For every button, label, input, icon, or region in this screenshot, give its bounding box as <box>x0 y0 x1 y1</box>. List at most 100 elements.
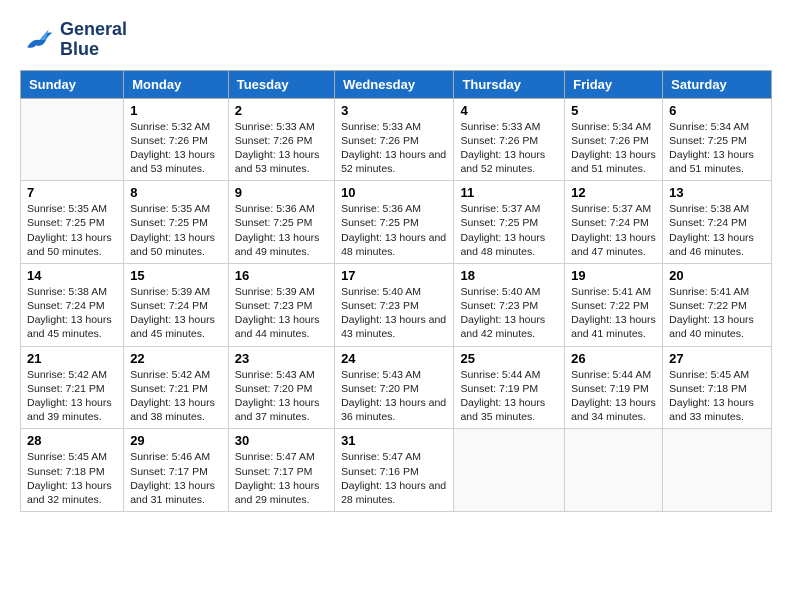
day-number: 25 <box>460 351 558 366</box>
calendar-cell <box>565 429 663 512</box>
cell-content: Sunrise: 5:33 AM Sunset: 7:26 PM Dayligh… <box>460 120 558 177</box>
cell-content: Sunrise: 5:35 AM Sunset: 7:25 PM Dayligh… <box>27 202 117 259</box>
cell-content: Sunrise: 5:46 AM Sunset: 7:17 PM Dayligh… <box>130 450 222 507</box>
cell-content: Sunrise: 5:45 AM Sunset: 7:18 PM Dayligh… <box>669 368 765 425</box>
calendar-cell <box>454 429 565 512</box>
day-number: 21 <box>27 351 117 366</box>
cell-content: Sunrise: 5:41 AM Sunset: 7:22 PM Dayligh… <box>571 285 656 342</box>
day-number: 5 <box>571 103 656 118</box>
cell-content: Sunrise: 5:43 AM Sunset: 7:20 PM Dayligh… <box>341 368 447 425</box>
col-header-wednesday: Wednesday <box>335 70 454 98</box>
calendar-cell: 4 Sunrise: 5:33 AM Sunset: 7:26 PM Dayli… <box>454 98 565 181</box>
calendar-cell: 18 Sunrise: 5:40 AM Sunset: 7:23 PM Dayl… <box>454 263 565 346</box>
day-number: 12 <box>571 185 656 200</box>
day-number: 11 <box>460 185 558 200</box>
calendar-table: SundayMondayTuesdayWednesdayThursdayFrid… <box>20 70 772 512</box>
day-number: 22 <box>130 351 222 366</box>
day-number: 16 <box>235 268 328 283</box>
cell-content: Sunrise: 5:42 AM Sunset: 7:21 PM Dayligh… <box>27 368 117 425</box>
calendar-cell: 25 Sunrise: 5:44 AM Sunset: 7:19 PM Dayl… <box>454 346 565 429</box>
cell-content: Sunrise: 5:37 AM Sunset: 7:25 PM Dayligh… <box>460 202 558 259</box>
cell-content: Sunrise: 5:44 AM Sunset: 7:19 PM Dayligh… <box>460 368 558 425</box>
cell-content: Sunrise: 5:38 AM Sunset: 7:24 PM Dayligh… <box>27 285 117 342</box>
day-number: 27 <box>669 351 765 366</box>
calendar-cell: 17 Sunrise: 5:40 AM Sunset: 7:23 PM Dayl… <box>335 263 454 346</box>
calendar-cell: 6 Sunrise: 5:34 AM Sunset: 7:25 PM Dayli… <box>663 98 772 181</box>
calendar-cell: 15 Sunrise: 5:39 AM Sunset: 7:24 PM Dayl… <box>124 263 229 346</box>
calendar-cell: 22 Sunrise: 5:42 AM Sunset: 7:21 PM Dayl… <box>124 346 229 429</box>
day-number: 15 <box>130 268 222 283</box>
day-number: 26 <box>571 351 656 366</box>
cell-content: Sunrise: 5:47 AM Sunset: 7:17 PM Dayligh… <box>235 450 328 507</box>
day-number: 4 <box>460 103 558 118</box>
calendar-cell: 26 Sunrise: 5:44 AM Sunset: 7:19 PM Dayl… <box>565 346 663 429</box>
cell-content: Sunrise: 5:34 AM Sunset: 7:26 PM Dayligh… <box>571 120 656 177</box>
col-header-friday: Friday <box>565 70 663 98</box>
day-number: 2 <box>235 103 328 118</box>
cell-content: Sunrise: 5:36 AM Sunset: 7:25 PM Dayligh… <box>235 202 328 259</box>
day-number: 13 <box>669 185 765 200</box>
cell-content: Sunrise: 5:42 AM Sunset: 7:21 PM Dayligh… <box>130 368 222 425</box>
day-number: 23 <box>235 351 328 366</box>
col-header-saturday: Saturday <box>663 70 772 98</box>
cell-content: Sunrise: 5:33 AM Sunset: 7:26 PM Dayligh… <box>341 120 447 177</box>
cell-content: Sunrise: 5:39 AM Sunset: 7:24 PM Dayligh… <box>130 285 222 342</box>
calendar-cell: 27 Sunrise: 5:45 AM Sunset: 7:18 PM Dayl… <box>663 346 772 429</box>
calendar-cell: 2 Sunrise: 5:33 AM Sunset: 7:26 PM Dayli… <box>228 98 334 181</box>
cell-content: Sunrise: 5:38 AM Sunset: 7:24 PM Dayligh… <box>669 202 765 259</box>
cell-content: Sunrise: 5:34 AM Sunset: 7:25 PM Dayligh… <box>669 120 765 177</box>
cell-content: Sunrise: 5:41 AM Sunset: 7:22 PM Dayligh… <box>669 285 765 342</box>
logo: General Blue <box>20 20 127 60</box>
day-number: 3 <box>341 103 447 118</box>
calendar-cell: 19 Sunrise: 5:41 AM Sunset: 7:22 PM Dayl… <box>565 263 663 346</box>
calendar-cell: 31 Sunrise: 5:47 AM Sunset: 7:16 PM Dayl… <box>335 429 454 512</box>
day-number: 20 <box>669 268 765 283</box>
calendar-cell: 3 Sunrise: 5:33 AM Sunset: 7:26 PM Dayli… <box>335 98 454 181</box>
calendar-cell: 20 Sunrise: 5:41 AM Sunset: 7:22 PM Dayl… <box>663 263 772 346</box>
calendar-cell: 5 Sunrise: 5:34 AM Sunset: 7:26 PM Dayli… <box>565 98 663 181</box>
cell-content: Sunrise: 5:43 AM Sunset: 7:20 PM Dayligh… <box>235 368 328 425</box>
day-number: 10 <box>341 185 447 200</box>
col-header-thursday: Thursday <box>454 70 565 98</box>
week-row: 7 Sunrise: 5:35 AM Sunset: 7:25 PM Dayli… <box>21 181 772 264</box>
calendar-cell: 1 Sunrise: 5:32 AM Sunset: 7:26 PM Dayli… <box>124 98 229 181</box>
day-number: 31 <box>341 433 447 448</box>
calendar-cell: 13 Sunrise: 5:38 AM Sunset: 7:24 PM Dayl… <box>663 181 772 264</box>
day-number: 30 <box>235 433 328 448</box>
col-header-monday: Monday <box>124 70 229 98</box>
calendar-cell: 28 Sunrise: 5:45 AM Sunset: 7:18 PM Dayl… <box>21 429 124 512</box>
calendar-cell: 24 Sunrise: 5:43 AM Sunset: 7:20 PM Dayl… <box>335 346 454 429</box>
calendar-cell: 29 Sunrise: 5:46 AM Sunset: 7:17 PM Dayl… <box>124 429 229 512</box>
cell-content: Sunrise: 5:47 AM Sunset: 7:16 PM Dayligh… <box>341 450 447 507</box>
page-header: General Blue <box>20 20 772 60</box>
col-header-sunday: Sunday <box>21 70 124 98</box>
day-number: 17 <box>341 268 447 283</box>
day-number: 18 <box>460 268 558 283</box>
week-row: 21 Sunrise: 5:42 AM Sunset: 7:21 PM Dayl… <box>21 346 772 429</box>
cell-content: Sunrise: 5:36 AM Sunset: 7:25 PM Dayligh… <box>341 202 447 259</box>
col-header-tuesday: Tuesday <box>228 70 334 98</box>
day-number: 24 <box>341 351 447 366</box>
cell-content: Sunrise: 5:40 AM Sunset: 7:23 PM Dayligh… <box>460 285 558 342</box>
cell-content: Sunrise: 5:32 AM Sunset: 7:26 PM Dayligh… <box>130 120 222 177</box>
calendar-cell: 21 Sunrise: 5:42 AM Sunset: 7:21 PM Dayl… <box>21 346 124 429</box>
calendar-cell: 30 Sunrise: 5:47 AM Sunset: 7:17 PM Dayl… <box>228 429 334 512</box>
cell-content: Sunrise: 5:39 AM Sunset: 7:23 PM Dayligh… <box>235 285 328 342</box>
day-number: 28 <box>27 433 117 448</box>
calendar-cell: 23 Sunrise: 5:43 AM Sunset: 7:20 PM Dayl… <box>228 346 334 429</box>
week-row: 1 Sunrise: 5:32 AM Sunset: 7:26 PM Dayli… <box>21 98 772 181</box>
cell-content: Sunrise: 5:37 AM Sunset: 7:24 PM Dayligh… <box>571 202 656 259</box>
day-number: 1 <box>130 103 222 118</box>
day-number: 19 <box>571 268 656 283</box>
calendar-cell: 7 Sunrise: 5:35 AM Sunset: 7:25 PM Dayli… <box>21 181 124 264</box>
week-row: 28 Sunrise: 5:45 AM Sunset: 7:18 PM Dayl… <box>21 429 772 512</box>
calendar-cell: 9 Sunrise: 5:36 AM Sunset: 7:25 PM Dayli… <box>228 181 334 264</box>
cell-content: Sunrise: 5:35 AM Sunset: 7:25 PM Dayligh… <box>130 202 222 259</box>
calendar-cell: 12 Sunrise: 5:37 AM Sunset: 7:24 PM Dayl… <box>565 181 663 264</box>
week-row: 14 Sunrise: 5:38 AM Sunset: 7:24 PM Dayl… <box>21 263 772 346</box>
day-number: 8 <box>130 185 222 200</box>
day-number: 7 <box>27 185 117 200</box>
day-number: 14 <box>27 268 117 283</box>
day-number: 29 <box>130 433 222 448</box>
logo-text: General Blue <box>60 20 127 60</box>
